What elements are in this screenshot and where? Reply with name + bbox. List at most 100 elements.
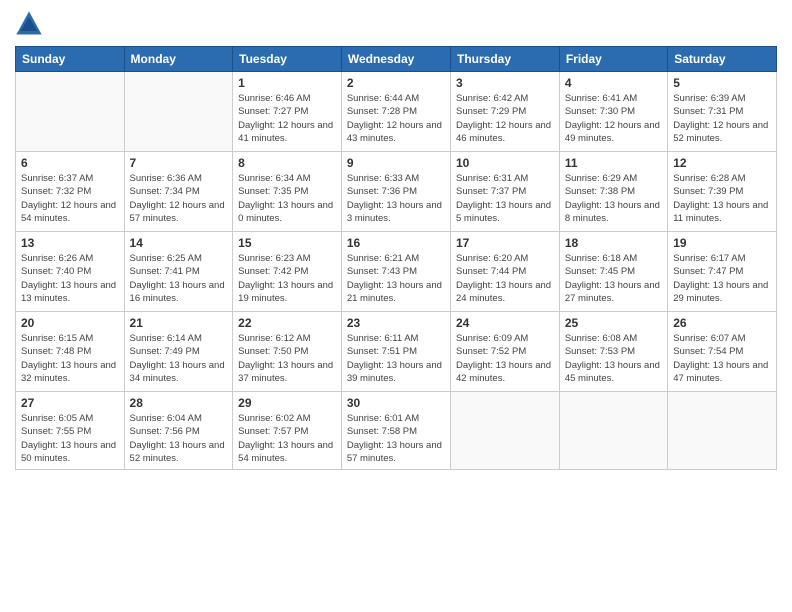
calendar-cell: 6 Sunrise: 6:37 AM Sunset: 7:32 PM Daylig…: [16, 152, 125, 232]
calendar-cell: 5 Sunrise: 6:39 AM Sunset: 7:31 PM Daylig…: [668, 72, 777, 152]
day-number: 6: [21, 156, 119, 170]
day-info: Sunrise: 6:02 AM Sunset: 7:57 PM Dayligh…: [238, 412, 336, 465]
calendar-cell: 1 Sunrise: 6:46 AM Sunset: 7:27 PM Daylig…: [233, 72, 342, 152]
day-info: Sunrise: 6:37 AM Sunset: 7:32 PM Dayligh…: [21, 172, 119, 225]
day-info: Sunrise: 6:04 AM Sunset: 7:56 PM Dayligh…: [130, 412, 228, 465]
day-info: Sunrise: 6:25 AM Sunset: 7:41 PM Dayligh…: [130, 252, 228, 305]
calendar-cell: 17 Sunrise: 6:20 AM Sunset: 7:44 PM Dayli…: [451, 232, 560, 312]
calendar-cell: 16 Sunrise: 6:21 AM Sunset: 7:43 PM Dayli…: [341, 232, 450, 312]
calendar-cell: 20 Sunrise: 6:15 AM Sunset: 7:48 PM Dayli…: [16, 312, 125, 392]
day-info: Sunrise: 6:46 AM Sunset: 7:27 PM Dayligh…: [238, 92, 336, 145]
day-number: 14: [130, 236, 228, 250]
day-info: Sunrise: 6:12 AM Sunset: 7:50 PM Dayligh…: [238, 332, 336, 385]
day-info: Sunrise: 6:17 AM Sunset: 7:47 PM Dayligh…: [673, 252, 771, 305]
day-info: Sunrise: 6:44 AM Sunset: 7:28 PM Dayligh…: [347, 92, 445, 145]
day-number: 28: [130, 396, 228, 410]
day-number: 10: [456, 156, 554, 170]
day-number: 24: [456, 316, 554, 330]
calendar-cell: 28 Sunrise: 6:04 AM Sunset: 7:56 PM Dayli…: [124, 392, 233, 470]
calendar-cell: 25 Sunrise: 6:08 AM Sunset: 7:53 PM Dayli…: [559, 312, 667, 392]
calendar-cell: 19Sunrise: 6:17 AM Sunset: 7:47 PM Dayli…: [668, 232, 777, 312]
calendar-header-tuesday: Tuesday: [233, 47, 342, 72]
calendar-cell: 9Sunrise: 6:33 AM Sunset: 7:36 PM Daylig…: [341, 152, 450, 232]
day-info: Sunrise: 6:31 AM Sunset: 7:37 PM Dayligh…: [456, 172, 554, 225]
calendar-cell: 3 Sunrise: 6:42 AM Sunset: 7:29 PM Daylig…: [451, 72, 560, 152]
calendar-week-row: 13 Sunrise: 6:26 AM Sunset: 7:40 PM Dayli…: [16, 232, 777, 312]
day-number: 16: [347, 236, 445, 250]
day-info: Sunrise: 6:21 AM Sunset: 7:43 PM Dayligh…: [347, 252, 445, 305]
logo: [15, 10, 47, 38]
day-info: Sunrise: 6:26 AM Sunset: 7:40 PM Dayligh…: [21, 252, 119, 305]
page: SundayMondayTuesdayWednesdayThursdayFrid…: [0, 0, 792, 612]
calendar-cell: 21Sunrise: 6:14 AM Sunset: 7:49 PM Dayli…: [124, 312, 233, 392]
day-number: 17: [456, 236, 554, 250]
day-number: 13: [21, 236, 119, 250]
day-number: 11: [565, 156, 662, 170]
day-number: 3: [456, 76, 554, 90]
calendar-cell: 29Sunrise: 6:02 AM Sunset: 7:57 PM Dayli…: [233, 392, 342, 470]
logo-icon: [15, 10, 43, 38]
day-info: Sunrise: 6:05 AM Sunset: 7:55 PM Dayligh…: [21, 412, 119, 465]
calendar-cell: 26 Sunrise: 6:07 AM Sunset: 7:54 PM Dayli…: [668, 312, 777, 392]
day-info: Sunrise: 6:39 AM Sunset: 7:31 PM Dayligh…: [673, 92, 771, 145]
calendar-cell: 13 Sunrise: 6:26 AM Sunset: 7:40 PM Dayli…: [16, 232, 125, 312]
calendar-week-row: 20 Sunrise: 6:15 AM Sunset: 7:48 PM Dayli…: [16, 312, 777, 392]
day-info: Sunrise: 6:34 AM Sunset: 7:35 PM Dayligh…: [238, 172, 336, 225]
day-number: 22: [238, 316, 336, 330]
day-info: Sunrise: 6:20 AM Sunset: 7:44 PM Dayligh…: [456, 252, 554, 305]
calendar-cell: [451, 392, 560, 470]
day-info: Sunrise: 6:15 AM Sunset: 7:48 PM Dayligh…: [21, 332, 119, 385]
calendar-cell: 30Sunrise: 6:01 AM Sunset: 7:58 PM Dayli…: [341, 392, 450, 470]
day-number: 27: [21, 396, 119, 410]
calendar-week-row: 1 Sunrise: 6:46 AM Sunset: 7:27 PM Daylig…: [16, 72, 777, 152]
day-info: Sunrise: 6:23 AM Sunset: 7:42 PM Dayligh…: [238, 252, 336, 305]
calendar-cell: 27 Sunrise: 6:05 AM Sunset: 7:55 PM Dayli…: [16, 392, 125, 470]
day-info: Sunrise: 6:28 AM Sunset: 7:39 PM Dayligh…: [673, 172, 771, 225]
day-number: 5: [673, 76, 771, 90]
day-number: 15: [238, 236, 336, 250]
calendar-cell: [559, 392, 667, 470]
day-info: Sunrise: 6:41 AM Sunset: 7:30 PM Dayligh…: [565, 92, 662, 145]
calendar-cell: 11 Sunrise: 6:29 AM Sunset: 7:38 PM Dayli…: [559, 152, 667, 232]
day-info: Sunrise: 6:11 AM Sunset: 7:51 PM Dayligh…: [347, 332, 445, 385]
calendar-cell: 10 Sunrise: 6:31 AM Sunset: 7:37 PM Dayli…: [451, 152, 560, 232]
day-number: 20: [21, 316, 119, 330]
calendar-table: SundayMondayTuesdayWednesdayThursdayFrid…: [15, 46, 777, 470]
day-number: 30: [347, 396, 445, 410]
calendar-week-row: 27 Sunrise: 6:05 AM Sunset: 7:55 PM Dayli…: [16, 392, 777, 470]
calendar-cell: 23 Sunrise: 6:11 AM Sunset: 7:51 PM Dayli…: [341, 312, 450, 392]
day-info: Sunrise: 6:42 AM Sunset: 7:29 PM Dayligh…: [456, 92, 554, 145]
day-number: 4: [565, 76, 662, 90]
day-info: Sunrise: 6:07 AM Sunset: 7:54 PM Dayligh…: [673, 332, 771, 385]
calendar-cell: [668, 392, 777, 470]
calendar-cell: 15 Sunrise: 6:23 AM Sunset: 7:42 PM Dayli…: [233, 232, 342, 312]
calendar-cell: 14 Sunrise: 6:25 AM Sunset: 7:41 PM Dayli…: [124, 232, 233, 312]
header: [15, 10, 777, 38]
calendar-cell: 7Sunrise: 6:36 AM Sunset: 7:34 PM Daylig…: [124, 152, 233, 232]
calendar-cell: 22 Sunrise: 6:12 AM Sunset: 7:50 PM Dayli…: [233, 312, 342, 392]
day-number: 25: [565, 316, 662, 330]
day-info: Sunrise: 6:08 AM Sunset: 7:53 PM Dayligh…: [565, 332, 662, 385]
day-info: Sunrise: 6:33 AM Sunset: 7:36 PM Dayligh…: [347, 172, 445, 225]
calendar-header-sunday: Sunday: [16, 47, 125, 72]
day-number: 23: [347, 316, 445, 330]
calendar-week-row: 6 Sunrise: 6:37 AM Sunset: 7:32 PM Daylig…: [16, 152, 777, 232]
calendar-header-row: SundayMondayTuesdayWednesdayThursdayFrid…: [16, 47, 777, 72]
day-number: 26: [673, 316, 771, 330]
day-info: Sunrise: 6:14 AM Sunset: 7:49 PM Dayligh…: [130, 332, 228, 385]
calendar-cell: 18 Sunrise: 6:18 AM Sunset: 7:45 PM Dayli…: [559, 232, 667, 312]
calendar-cell: 2Sunrise: 6:44 AM Sunset: 7:28 PM Daylig…: [341, 72, 450, 152]
calendar-cell: 8Sunrise: 6:34 AM Sunset: 7:35 PM Daylig…: [233, 152, 342, 232]
calendar-header-wednesday: Wednesday: [341, 47, 450, 72]
day-info: Sunrise: 6:18 AM Sunset: 7:45 PM Dayligh…: [565, 252, 662, 305]
calendar-cell: 4 Sunrise: 6:41 AM Sunset: 7:30 PM Daylig…: [559, 72, 667, 152]
calendar-cell: [124, 72, 233, 152]
day-info: Sunrise: 6:09 AM Sunset: 7:52 PM Dayligh…: [456, 332, 554, 385]
day-number: 18: [565, 236, 662, 250]
day-info: Sunrise: 6:29 AM Sunset: 7:38 PM Dayligh…: [565, 172, 662, 225]
calendar-header-monday: Monday: [124, 47, 233, 72]
day-number: 7: [130, 156, 228, 170]
day-number: 1: [238, 76, 336, 90]
calendar-cell: 12Sunrise: 6:28 AM Sunset: 7:39 PM Dayli…: [668, 152, 777, 232]
calendar-cell: [16, 72, 125, 152]
